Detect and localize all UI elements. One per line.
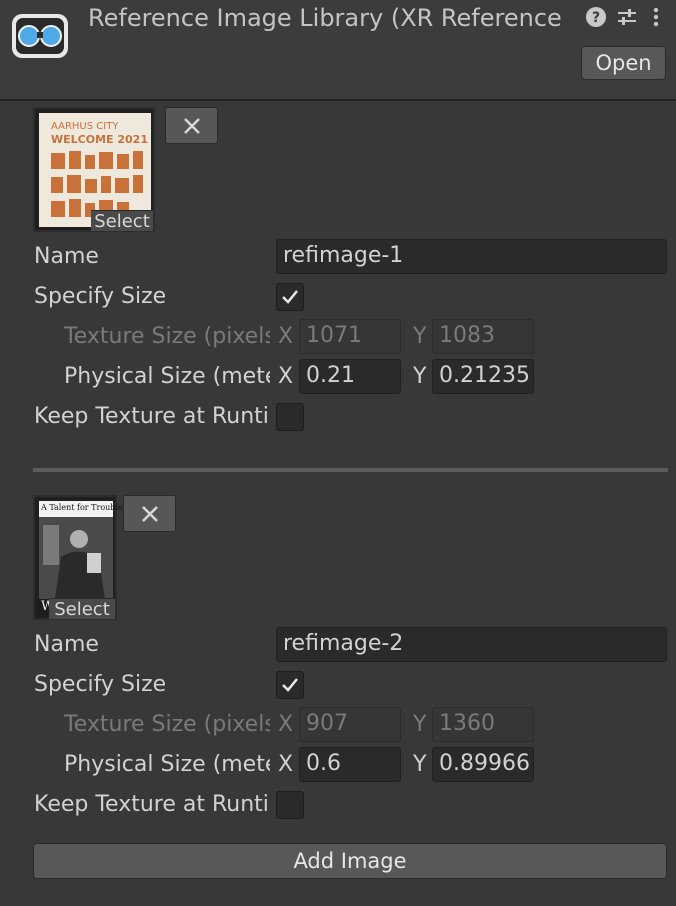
specify-size-checkbox[interactable] <box>276 671 304 699</box>
keep-texture-label: Keep Texture at Runtime <box>34 792 270 817</box>
open-button[interactable]: Open <box>581 46 666 80</box>
physical-x-axis-label[interactable]: X <box>278 749 293 781</box>
specify-size-checkbox[interactable] <box>276 283 304 311</box>
kebab-menu-icon[interactable] <box>650 6 662 28</box>
xr-goggles-icon <box>10 8 70 64</box>
remove-image-button[interactable] <box>123 495 176 532</box>
entry-separator <box>33 468 668 472</box>
close-icon <box>142 506 158 522</box>
thumbnail-caption: WELCOME 2021 <box>51 133 148 146</box>
checkmark-icon <box>282 290 298 304</box>
inspector-title: Reference Image Library (XR Reference Im… <box>88 4 570 32</box>
checkmark-icon <box>282 678 298 692</box>
physical-height-field[interactable]: 0.89966 <box>432 747 534 782</box>
name-field[interactable]: refimage-2 <box>276 627 667 662</box>
name-field[interactable]: refimage-1 <box>276 239 667 274</box>
specify-size-label: Specify Size <box>34 284 167 309</box>
help-icon[interactable]: ? <box>585 6 607 28</box>
texture-width-field: 907 <box>299 707 401 742</box>
svg-text:?: ? <box>592 10 600 26</box>
physical-size-label: Physical Size (meters) <box>64 364 270 389</box>
select-texture-button[interactable]: Select <box>49 598 115 620</box>
name-label: Name <box>34 632 99 657</box>
close-icon <box>184 118 200 134</box>
physical-y-axis-label[interactable]: Y <box>413 749 426 781</box>
keep-texture-label: Keep Texture at Runtime <box>34 404 270 429</box>
physical-height-field[interactable]: 0.21235 <box>432 359 534 394</box>
texture-width-field: 1071 <box>299 319 401 354</box>
physical-width-field[interactable]: 0.21 <box>299 359 401 394</box>
texture-thumbnail[interactable]: A Talent for Trouble W Select <box>33 495 123 620</box>
name-label: Name <box>34 244 99 269</box>
remove-image-button[interactable] <box>165 107 218 144</box>
select-texture-button[interactable]: Select <box>91 210 153 232</box>
preset-sliders-icon[interactable] <box>616 6 638 28</box>
physical-size-label: Physical Size (meters) <box>64 752 270 777</box>
texture-x-axis-label: X <box>278 324 294 349</box>
texture-height-field: 1083 <box>432 319 534 354</box>
specify-size-label: Specify Size <box>34 672 167 697</box>
keep-texture-checkbox[interactable] <box>276 403 304 431</box>
keep-texture-checkbox[interactable] <box>276 791 304 819</box>
texture-y-axis-label: Y <box>413 712 427 737</box>
texture-x-axis-label: X <box>278 712 294 737</box>
texture-thumbnail[interactable]: AARHUS CITY WELCOME 2021 Select <box>33 107 155 232</box>
physical-x-axis-label[interactable]: X <box>278 361 293 393</box>
texture-height-field: 1360 <box>432 707 534 742</box>
physical-width-field[interactable]: 0.6 <box>299 747 401 782</box>
texture-y-axis-label: Y <box>413 324 427 349</box>
thumbnail-caption: AARHUS CITY <box>51 121 119 132</box>
texture-size-label: Texture Size (pixels) <box>64 712 270 737</box>
physical-y-axis-label[interactable]: Y <box>413 361 426 393</box>
thumbnail-caption: A Talent for Trouble <box>41 503 123 512</box>
texture-size-label: Texture Size (pixels) <box>64 324 270 349</box>
add-image-button[interactable]: Add Image <box>33 843 667 879</box>
